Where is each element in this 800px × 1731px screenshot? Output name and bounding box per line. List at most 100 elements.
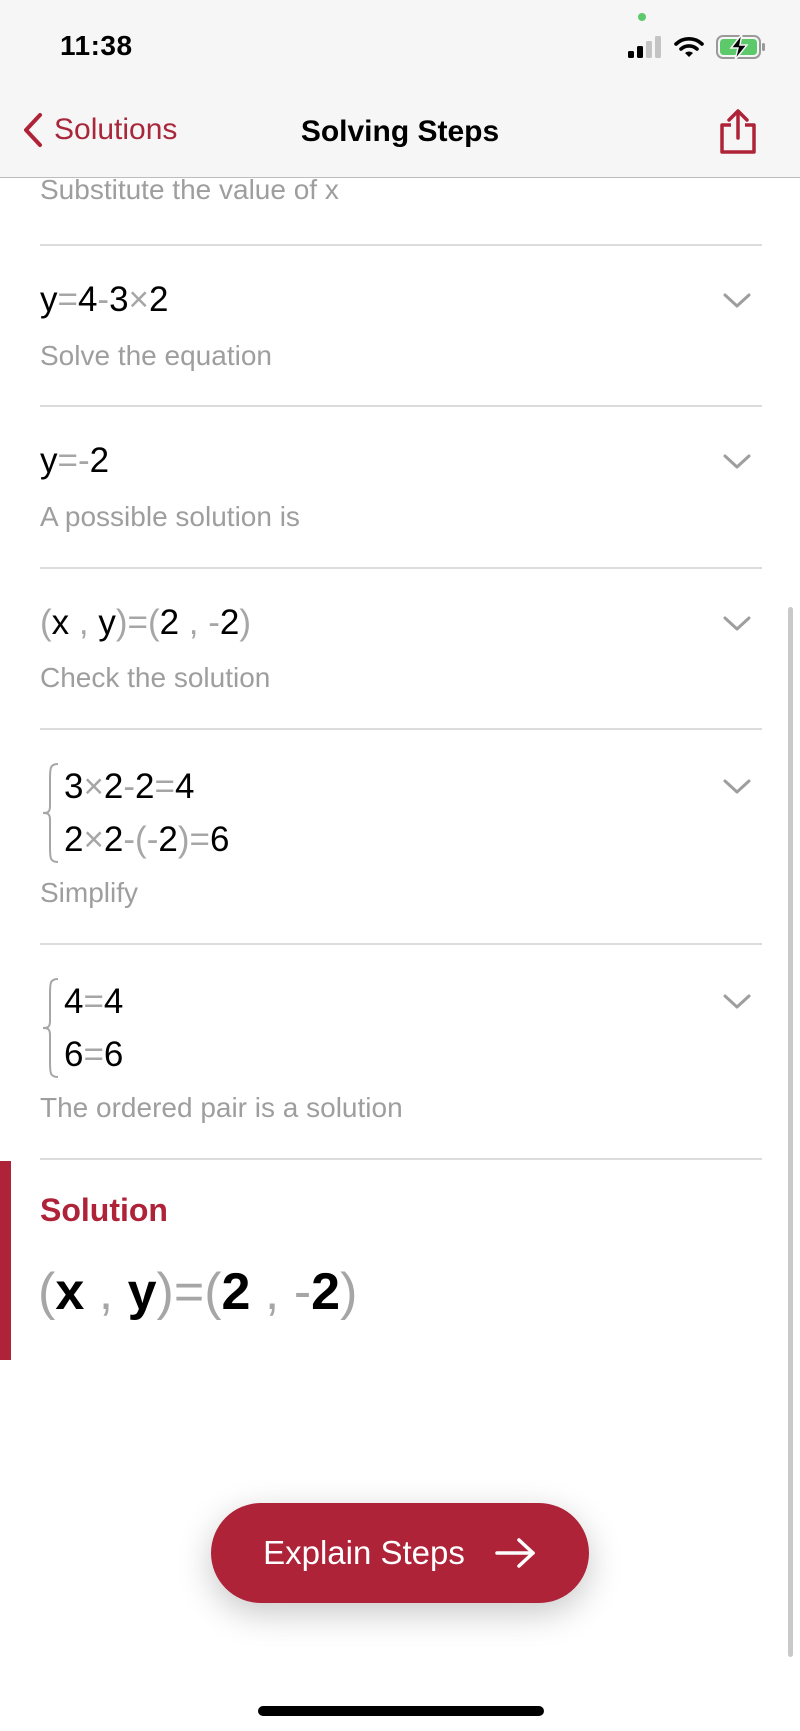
- math-term: x: [51, 603, 70, 642]
- step-description: Simplify: [40, 877, 139, 908]
- chevron-down-icon[interactable]: [722, 291, 752, 311]
- math-operator: -: [123, 820, 136, 859]
- math-operator: =: [83, 1035, 104, 1074]
- left-brace-icon: [42, 763, 59, 863]
- math-operator: ×: [83, 820, 104, 859]
- math-term: 6: [209, 820, 230, 859]
- system-line: 6=6: [64, 1028, 123, 1081]
- math-operator: =: [57, 441, 78, 480]
- math-operator: -: [97, 280, 110, 319]
- math-term: 2: [135, 767, 155, 806]
- math-operator: -: [293, 1263, 312, 1321]
- left-brace-icon: [42, 978, 59, 1078]
- math-term: 2: [219, 603, 240, 642]
- chevron-down-icon[interactable]: [722, 777, 752, 797]
- math-term: y: [127, 1263, 157, 1321]
- math-operator: (: [135, 820, 147, 859]
- chevron-down-icon[interactable]: [722, 614, 752, 634]
- divider: [40, 244, 762, 246]
- math-operator: =: [127, 603, 148, 642]
- math-term: 6: [103, 1035, 124, 1074]
- page-title: Solving Steps: [300, 115, 500, 148]
- math-operator: =: [189, 820, 210, 859]
- math-operator: ): [115, 603, 128, 642]
- math-term: x: [55, 1263, 85, 1321]
- explain-steps-button[interactable]: Explain Steps: [211, 1503, 589, 1603]
- step-math: (x , y)=(2 , -2): [40, 603, 251, 643]
- arrow-right-icon: [495, 1538, 535, 1568]
- math-term: 2: [103, 820, 124, 859]
- math-term: 3: [64, 767, 84, 806]
- math-term: 2: [159, 603, 180, 642]
- math-operator: -: [146, 820, 159, 859]
- math-operator: =: [173, 1263, 205, 1321]
- math-term: 2: [149, 280, 169, 319]
- math-term: 4: [77, 280, 98, 319]
- explain-steps-label: Explain Steps: [263, 1534, 465, 1571]
- signal-icon: [628, 36, 661, 58]
- step-description: The ordered pair is a solution: [40, 1092, 403, 1123]
- math-operator: (: [40, 603, 52, 642]
- divider: [40, 405, 762, 407]
- math-operator: ): [156, 1263, 174, 1321]
- math-term: y: [40, 280, 58, 319]
- math-term: 6: [64, 1035, 84, 1074]
- math-term: 2: [221, 1263, 251, 1321]
- divider: [40, 1158, 762, 1160]
- math-operator: ,: [84, 1263, 128, 1321]
- status-time: 11:38: [60, 30, 133, 61]
- math-operator: ,: [250, 1263, 294, 1321]
- math-operator: ): [177, 820, 190, 859]
- math-operator: ,: [69, 603, 99, 642]
- math-operator: ,: [179, 603, 209, 642]
- equation-system: 3×2-2=4 2×2-(-2)=6: [40, 760, 229, 866]
- math-term: 2: [311, 1263, 341, 1321]
- math-operator: (: [204, 1263, 222, 1321]
- solution-math: (x , y)=(2 , -2): [38, 1262, 357, 1322]
- system-line: 3×2-2=4: [64, 760, 229, 813]
- chevron-down-icon[interactable]: [722, 992, 752, 1012]
- math-operator: ×: [83, 767, 104, 806]
- math-operator: -: [208, 603, 220, 642]
- solution-title: Solution: [40, 1192, 168, 1228]
- math-operator: ): [340, 1263, 358, 1321]
- solution-accent-bar: [0, 1161, 11, 1360]
- math-operator: ): [239, 603, 252, 642]
- math-term: 4: [64, 982, 84, 1021]
- math-term: 2: [64, 820, 84, 859]
- math-term: y: [40, 441, 58, 480]
- chevron-down-icon[interactable]: [722, 452, 752, 472]
- divider: [40, 728, 762, 730]
- step-description: Solve the equation: [40, 340, 272, 371]
- math-operator: -: [77, 441, 90, 480]
- math-operator: ×: [128, 280, 149, 319]
- step-description: A possible solution is: [40, 501, 300, 532]
- step-description: Substitute the value of x: [40, 174, 339, 205]
- math-term: 2: [158, 820, 178, 859]
- math-term: 2: [103, 767, 124, 806]
- scrollbar[interactable]: [788, 607, 793, 1657]
- privacy-indicator-dot: [638, 13, 646, 21]
- share-icon[interactable]: [718, 108, 758, 156]
- step-description: Check the solution: [40, 662, 271, 693]
- math-operator: (: [38, 1263, 56, 1321]
- math-term: 2: [89, 441, 110, 480]
- battery-charging-icon: [716, 34, 765, 60]
- navigation-bar: 11:38 Solutions Solving Steps: [0, 0, 800, 178]
- step-math: y=-2: [40, 441, 109, 481]
- divider: [40, 567, 762, 569]
- math-operator: -: [123, 767, 136, 806]
- math-term: 3: [109, 280, 129, 319]
- math-operator: =: [57, 280, 78, 319]
- math-operator: =: [154, 767, 175, 806]
- math-term: y: [98, 603, 116, 642]
- system-line: 4=4: [64, 975, 123, 1028]
- home-indicator[interactable]: [258, 1706, 544, 1716]
- step-math: y=4-3×2: [40, 280, 168, 320]
- wifi-icon: [674, 37, 704, 57]
- math-operator: =: [83, 982, 104, 1021]
- status-icons: [628, 34, 766, 60]
- system-line: 2×2-(-2)=6: [64, 813, 229, 866]
- equation-system: 4=4 6=6: [40, 975, 123, 1081]
- math-operator: (: [147, 603, 160, 642]
